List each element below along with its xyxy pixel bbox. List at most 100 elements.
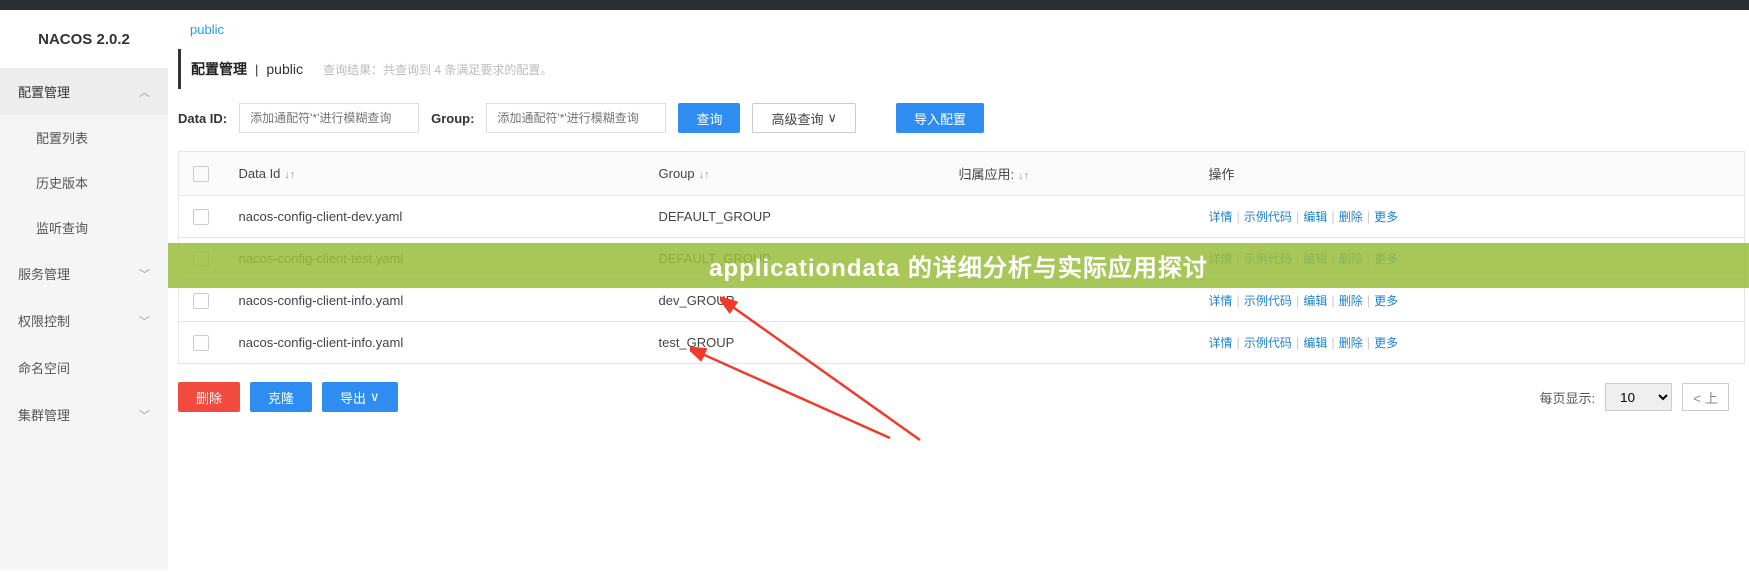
chevron-down-icon: ﹀ — [139, 313, 150, 329]
result-hint: 查询结果：共查询到 4 条满足要求的配置。 — [323, 61, 552, 78]
query-button[interactable]: 查询 — [678, 103, 740, 133]
sidebar-item-config-list[interactable]: 配置列表 — [0, 115, 168, 160]
top-bar — [0, 0, 1749, 10]
sort-icon: ↓↑ — [1018, 170, 1029, 182]
page-title: 配置管理 — [191, 59, 247, 79]
table-header-row: Data Id↓↑ Group↓↑ 归属应用:↓↑ 操作 — [179, 152, 1745, 196]
op-delete[interactable]: 删除 — [1339, 252, 1363, 266]
sidebar-item-namespace[interactable]: 命名空间 — [0, 344, 168, 391]
row-checkbox[interactable] — [193, 335, 209, 351]
export-label: 导出 — [340, 388, 366, 407]
cell-ops: 详情|示例代码|编辑|删除|更多 — [1195, 322, 1745, 364]
page-size-label: 每页显示: — [1540, 388, 1596, 407]
op-edit[interactable]: 编辑 — [1303, 294, 1327, 308]
cell-ops: 详情|示例代码|编辑|删除|更多 — [1195, 238, 1745, 280]
chevron-down-icon: ∨ — [827, 110, 837, 126]
sidebar-item-label: 命名空间 — [18, 358, 70, 377]
chevron-down-icon: ﹀ — [139, 407, 150, 423]
sidebar-item-label: 权限控制 — [18, 311, 70, 330]
bulk-delete-button[interactable]: 删除 — [178, 382, 240, 412]
page-subtitle: public — [266, 61, 303, 77]
cell-group: DEFAULT_GROUP — [645, 238, 945, 280]
cell-dataid: nacos-config-client-dev.yaml — [225, 196, 645, 238]
advanced-query-label: 高级查询 — [771, 109, 823, 128]
config-table: Data Id↓↑ Group↓↑ 归属应用:↓↑ 操作 nacos-confi… — [178, 151, 1745, 364]
sidebar-item-config-mgmt[interactable]: 配置管理 ︿ — [0, 68, 168, 115]
op-sample[interactable]: 示例代码 — [1244, 336, 1292, 350]
row-checkbox[interactable] — [193, 251, 209, 267]
dataid-label: Data ID: — [178, 111, 227, 126]
op-detail[interactable]: 详情 — [1209, 336, 1233, 350]
op-edit[interactable]: 编辑 — [1303, 336, 1327, 350]
cell-group: test_GROUP — [645, 322, 945, 364]
import-config-button[interactable]: 导入配置 — [896, 103, 984, 133]
page-title-row: 配置管理 | public 查询结果：共查询到 4 条满足要求的配置。 — [178, 49, 1749, 89]
cell-dataid: nacos-config-client-info.yaml — [225, 322, 645, 364]
cell-ops: 详情|示例代码|编辑|删除|更多 — [1195, 196, 1745, 238]
sidebar-item-label: 配置管理 — [18, 82, 70, 101]
table-row: nacos-config-client-info.yamldev_GROUP 详情… — [179, 280, 1745, 322]
dataid-input[interactable] — [239, 103, 419, 133]
group-input[interactable] — [486, 103, 666, 133]
op-sample[interactable]: 示例代码 — [1244, 252, 1292, 266]
op-detail[interactable]: 详情 — [1209, 210, 1233, 224]
advanced-query-button[interactable]: 高级查询 ∨ — [752, 103, 856, 133]
sort-icon: ↓↑ — [699, 169, 710, 181]
sidebar: NACOS 2.0.2 配置管理 ︿ 配置列表 历史版本 监听查询 服务管理 ﹀… — [0, 10, 168, 570]
chevron-up-icon: ︿ — [139, 84, 150, 100]
sidebar-item-label: 服务管理 — [18, 264, 70, 283]
cell-app — [945, 196, 1195, 238]
op-more[interactable]: 更多 — [1374, 252, 1398, 266]
cell-app — [945, 238, 1195, 280]
op-sample[interactable]: 示例代码 — [1244, 294, 1292, 308]
table-row: nacos-config-client-dev.yamlDEFAULT_GROU… — [179, 196, 1745, 238]
cell-dataid: nacos-config-client-info.yaml — [225, 280, 645, 322]
title-separator: | — [255, 62, 258, 77]
cell-dataid: nacos-config-client-test.yaml — [225, 238, 645, 280]
chevron-down-icon: ∨ — [370, 389, 380, 405]
main-content: public 配置管理 | public 查询结果：共查询到 4 条满足要求的配… — [168, 10, 1749, 570]
op-detail[interactable]: 详情 — [1209, 252, 1233, 266]
row-checkbox[interactable] — [193, 209, 209, 225]
group-label: Group: — [431, 111, 474, 126]
col-header-app[interactable]: 归属应用:↓↑ — [945, 152, 1195, 196]
cell-group: DEFAULT_GROUP — [645, 196, 945, 238]
search-bar: Data ID: Group: 查询 高级查询 ∨ 导入配置 — [178, 89, 1749, 151]
bulk-clone-button[interactable]: 克隆 — [250, 382, 312, 412]
col-header-group[interactable]: Group↓↑ — [645, 152, 945, 196]
sidebar-item-permission[interactable]: 权限控制 ﹀ — [0, 297, 168, 344]
sidebar-item-label: 集群管理 — [18, 405, 70, 424]
col-header-ops: 操作 — [1195, 152, 1745, 196]
cell-ops: 详情|示例代码|编辑|删除|更多 — [1195, 280, 1745, 322]
sidebar-item-service-mgmt[interactable]: 服务管理 ﹀ — [0, 250, 168, 297]
cell-group: dev_GROUP — [645, 280, 945, 322]
row-checkbox[interactable] — [193, 293, 209, 309]
page-size-select[interactable]: 10 — [1605, 383, 1672, 411]
col-header-dataid[interactable]: Data Id↓↑ — [225, 152, 645, 196]
bulk-export-button[interactable]: 导出 ∨ — [322, 382, 398, 412]
op-sample[interactable]: 示例代码 — [1244, 210, 1292, 224]
op-more[interactable]: 更多 — [1374, 336, 1398, 350]
namespace-tab-public[interactable]: public — [184, 18, 230, 41]
sidebar-item-history[interactable]: 历史版本 — [0, 160, 168, 205]
op-edit[interactable]: 编辑 — [1303, 210, 1327, 224]
sidebar-item-cluster[interactable]: 集群管理 ﹀ — [0, 391, 168, 438]
prev-page-button[interactable]: < 上 — [1682, 383, 1729, 411]
op-delete[interactable]: 删除 — [1339, 336, 1363, 350]
op-more[interactable]: 更多 — [1374, 210, 1398, 224]
op-delete[interactable]: 删除 — [1339, 294, 1363, 308]
sidebar-item-listener[interactable]: 监听查询 — [0, 205, 168, 250]
cell-app — [945, 280, 1195, 322]
op-delete[interactable]: 删除 — [1339, 210, 1363, 224]
table-row: nacos-config-client-test.yamlDEFAULT_GRO… — [179, 238, 1745, 280]
brand-title: NACOS 2.0.2 — [0, 10, 168, 68]
select-all-checkbox[interactable] — [193, 166, 209, 182]
op-more[interactable]: 更多 — [1374, 294, 1398, 308]
sort-icon: ↓↑ — [284, 169, 295, 181]
op-detail[interactable]: 详情 — [1209, 294, 1233, 308]
pagination: 每页显示: 10 < 上 — [1540, 383, 1729, 411]
cell-app — [945, 322, 1195, 364]
bulk-actions: 删除 克隆 导出 ∨ 每页显示: 10 < 上 — [178, 364, 1749, 430]
op-edit[interactable]: 编辑 — [1303, 252, 1327, 266]
table-row: nacos-config-client-info.yamltest_GROUP 详… — [179, 322, 1745, 364]
